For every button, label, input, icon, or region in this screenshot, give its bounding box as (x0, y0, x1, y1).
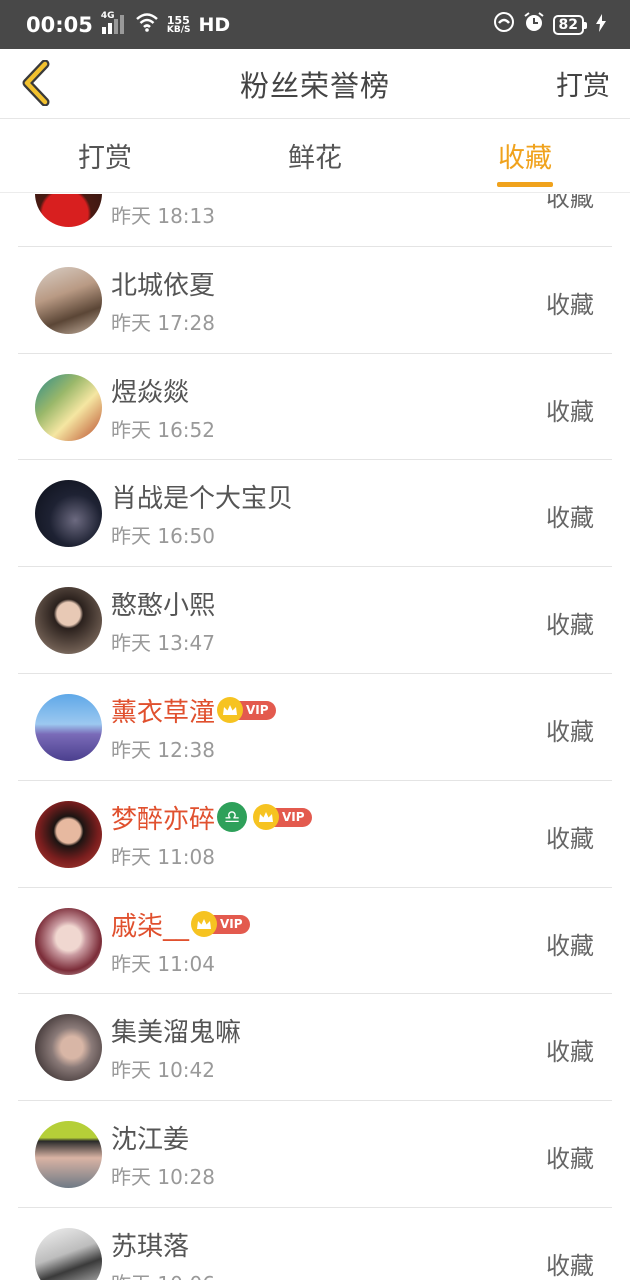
avatar (35, 693, 102, 761)
time-label: 昨天 11:08 (111, 844, 215, 869)
action-label: 收藏 (546, 397, 594, 426)
vip-badge: VIP (217, 697, 276, 724)
list-item[interactable]: 集美溜鬼嘛 昨天 10:42 收藏 (18, 994, 612, 1102)
top-nav-bar: 粉丝荣誉榜 打赏 (0, 49, 630, 119)
list-item[interactable]: 梦醉亦碎 ♎ VIP 昨天 11:08 收藏 (18, 781, 612, 888)
charging-icon (596, 13, 606, 37)
action-label: 收藏 (546, 824, 594, 853)
vip-badge: VIP (191, 911, 250, 938)
network-type: 4G (100, 10, 115, 21)
crown-icon (191, 911, 218, 938)
vip-badge: VIP (253, 804, 312, 831)
user-name: 煜焱燚 (111, 377, 190, 408)
tab-flowers[interactable]: 鲜花 (210, 119, 420, 192)
back-button[interactable] (14, 57, 58, 109)
user-name: 集美溜鬼嘛 (111, 1018, 242, 1049)
time-label: 昨天 18:13 (111, 204, 215, 228)
action-label: 收藏 (546, 194, 594, 212)
user-name: 沈江姜 (111, 1125, 190, 1156)
action-label: 收藏 (546, 1145, 594, 1174)
hd-indicator: HD (198, 13, 231, 36)
list-item[interactable]: 戚柒__ VIP 昨天 11:04 收藏 (18, 888, 612, 995)
record-icon (493, 11, 515, 38)
time-label: 昨天 10:28 (111, 1165, 215, 1190)
avatar (35, 587, 102, 655)
tab-bar: 打赏 鲜花 收藏 (0, 119, 630, 193)
time-label: 昨天 16:50 (111, 524, 215, 549)
page-title: 粉丝荣誉榜 (239, 68, 390, 103)
action-label: 收藏 (546, 931, 594, 960)
list-item[interactable]: 沈江姜 昨天 10:28 收藏 (18, 1101, 612, 1208)
wifi-icon (135, 12, 159, 37)
list-item[interactable]: 煜焱燚 昨天 16:52 收藏 (18, 354, 612, 461)
user-name-text: 梦醉亦碎 (111, 804, 216, 835)
avatar (35, 1014, 102, 1082)
user-name: 戚柒__ VIP (111, 906, 250, 943)
avatar (35, 480, 102, 548)
time-label: 昨天 16:52 (111, 417, 215, 442)
status-time: 00:05 (26, 12, 93, 37)
action-label: 收藏 (546, 290, 594, 319)
avatar (35, 1121, 102, 1189)
net-speed: 155 KB/S (167, 15, 191, 35)
user-name: 憨憨小熙 (111, 591, 216, 622)
status-right: 82 (493, 11, 606, 38)
action-label: 收藏 (546, 611, 594, 640)
net-speed-unit: KB/S (166, 24, 191, 35)
avatar (35, 907, 102, 975)
list-item[interactable]: 北城依夏 昨天 17:28 收藏 (18, 247, 612, 354)
status-bar: 00:05 4G 155 KB/S HD 82 (0, 0, 630, 49)
avatar (35, 800, 102, 868)
list-item[interactable]: 薰衣草潼 VIP 昨天 12:38 收藏 (18, 674, 612, 781)
list-item[interactable]: 苏琪落 昨天 10:06 收藏 (18, 1208, 612, 1280)
avatar (35, 1227, 102, 1280)
user-name: 肖战是个大宝贝 (111, 484, 294, 515)
time-label: 昨天 11:04 (111, 951, 215, 976)
user-name: 苏琪落 (111, 1231, 190, 1262)
fan-list[interactable]: 昨天 18:13 收藏 北城依夏 昨天 17:28 收藏 煜焱燚 昨天 16:5… (0, 194, 630, 1280)
libra-zodiac-icon: ♎ (217, 802, 248, 833)
action-label: 收藏 (546, 717, 594, 746)
time-label: 昨天 17:28 (111, 310, 215, 335)
avatar (35, 194, 102, 227)
battery-level: 82 (552, 14, 588, 35)
action-label: 收藏 (546, 1251, 594, 1280)
time-label: 昨天 10:42 (111, 1058, 215, 1083)
list-item[interactable]: 昨天 18:13 收藏 (18, 194, 612, 247)
user-name: 梦醉亦碎 ♎ VIP (111, 799, 312, 836)
time-label: 昨天 12:38 (111, 737, 215, 762)
avatar (35, 266, 102, 334)
reward-button[interactable]: 打赏 (556, 64, 610, 103)
user-name-text: 戚柒__ (111, 911, 190, 942)
net-speed-value: 155 (166, 13, 190, 27)
user-name-text: 薰衣草潼 (111, 697, 216, 728)
list-item[interactable]: 憨憨小熙 昨天 13:47 收藏 (18, 567, 612, 674)
time-label: 昨天 10:06 (111, 1268, 215, 1280)
alarm-icon (523, 11, 545, 38)
action-label: 收藏 (546, 1038, 594, 1067)
list-item[interactable]: 肖战是个大宝贝 昨天 16:50 收藏 (18, 460, 612, 568)
action-label: 收藏 (546, 504, 594, 533)
tab-reward[interactable]: 打赏 (0, 119, 210, 192)
user-name: 薰衣草潼 VIP (111, 692, 276, 729)
signal-icon: 4G (101, 11, 127, 35)
avatar (35, 373, 102, 441)
time-label: 昨天 13:47 (111, 631, 215, 656)
back-chevron-icon (22, 60, 50, 106)
status-left: 00:05 4G 155 KB/S HD (26, 11, 231, 37)
user-name: 北城依夏 (111, 270, 216, 301)
tab-favorites[interactable]: 收藏 (420, 119, 630, 192)
